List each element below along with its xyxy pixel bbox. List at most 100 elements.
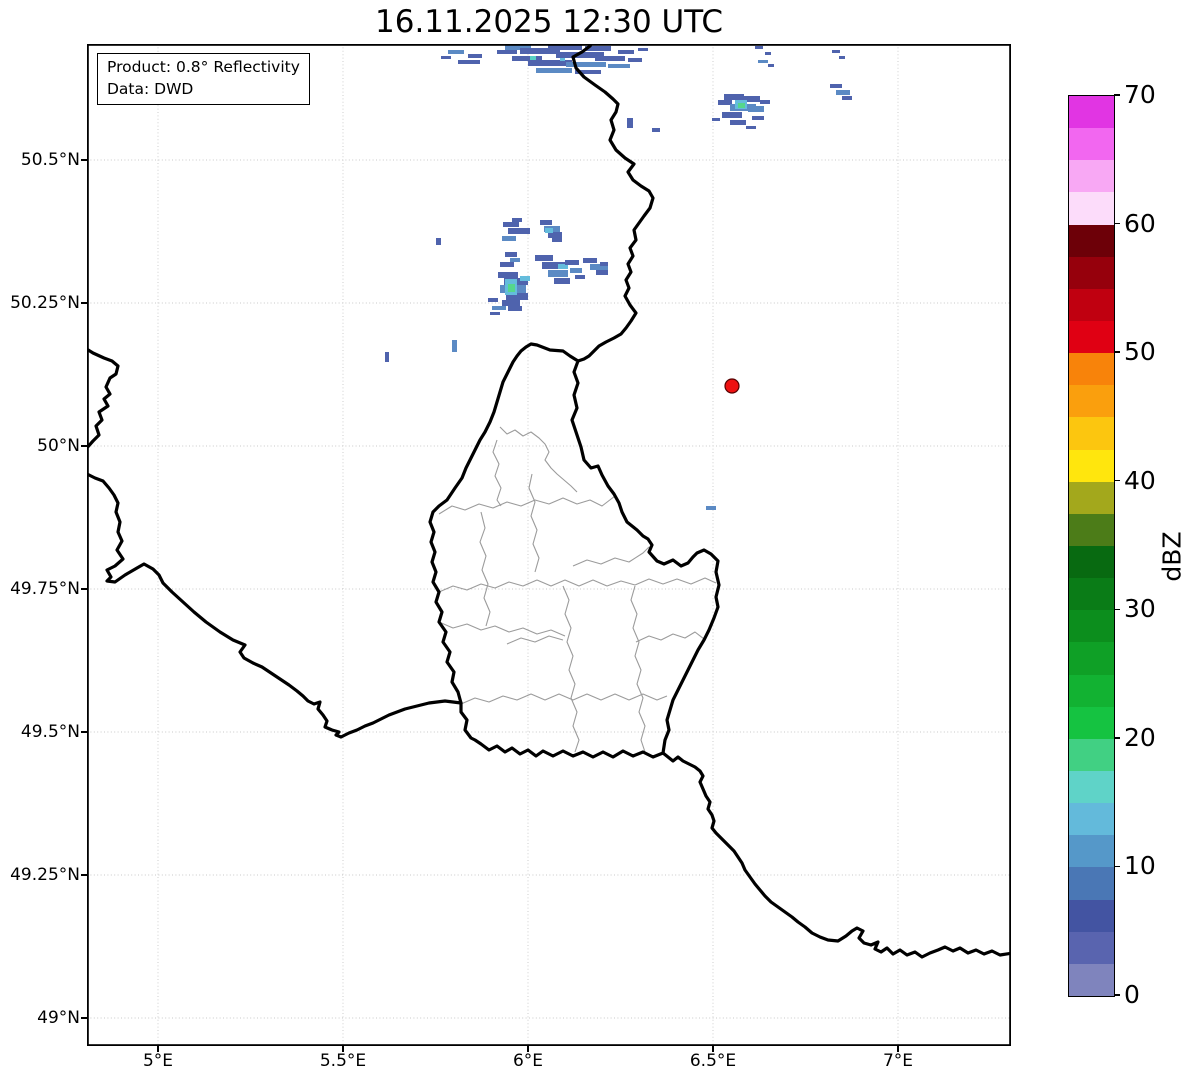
radar-echo bbox=[545, 228, 553, 233]
radar-echo bbox=[536, 68, 572, 73]
y-axis-tick-label: 49°N bbox=[37, 1008, 80, 1028]
radar-echo bbox=[505, 252, 517, 257]
canton-border bbox=[438, 495, 616, 515]
radar-echo bbox=[627, 118, 633, 128]
colorbar-segment bbox=[1069, 417, 1114, 450]
radar-echo bbox=[492, 306, 506, 310]
colorbar-tick bbox=[1114, 865, 1120, 868]
radar-echo-layer bbox=[385, 44, 852, 510]
colorbar-segment bbox=[1069, 803, 1114, 836]
colorbar-segment bbox=[1069, 706, 1114, 739]
radar-echo bbox=[618, 50, 634, 54]
y-axis-tick-label: 49.75°N bbox=[10, 579, 80, 599]
y-axis-tick bbox=[81, 302, 87, 304]
map-canvas bbox=[87, 44, 1011, 1046]
radar-echo bbox=[530, 56, 536, 60]
radar-echo bbox=[468, 54, 482, 58]
x-axis-tick-label: 5°E bbox=[142, 1051, 174, 1071]
radar-echo bbox=[528, 60, 572, 66]
colorbar-segment bbox=[1069, 160, 1114, 193]
radar-echo bbox=[566, 62, 606, 67]
radar-echo bbox=[570, 268, 582, 273]
radar-echo bbox=[758, 60, 768, 63]
luxembourg-outline bbox=[428, 342, 721, 759]
colorbar-segment bbox=[1069, 545, 1114, 579]
colorbar-segment bbox=[1069, 674, 1114, 707]
radar-echo bbox=[503, 222, 519, 227]
marker-layer bbox=[724, 378, 740, 394]
radar-echo bbox=[724, 94, 744, 100]
radar-echo bbox=[722, 112, 742, 118]
radar-echo bbox=[596, 270, 608, 275]
radar-echo bbox=[575, 275, 585, 279]
radar-echo bbox=[510, 258, 520, 262]
colorbar-segment bbox=[1069, 578, 1114, 611]
colorbar-unit-label: dBZ bbox=[1157, 531, 1187, 582]
radar-echo bbox=[565, 260, 579, 265]
colorbar-tick-label: 10 bbox=[1124, 851, 1156, 881]
colorbar-tick-label: 50 bbox=[1124, 337, 1156, 367]
canton-border bbox=[438, 577, 717, 593]
radar-echo bbox=[706, 506, 716, 510]
colorbar-segment bbox=[1069, 738, 1114, 771]
radar-echo bbox=[628, 58, 642, 62]
y-axis-tick bbox=[81, 731, 87, 733]
canton-border bbox=[499, 426, 578, 493]
canton-border bbox=[630, 585, 646, 753]
colorbar-segment bbox=[1069, 513, 1114, 546]
colorbar-tick bbox=[1114, 351, 1120, 353]
radar-echo bbox=[540, 220, 552, 225]
radar-echo bbox=[500, 262, 514, 267]
colorbar-tick bbox=[1114, 994, 1120, 996]
radar-echo bbox=[595, 56, 625, 61]
radar-echo bbox=[830, 84, 842, 88]
radar-echo bbox=[448, 50, 464, 54]
radar-echo bbox=[502, 236, 516, 241]
canton-border bbox=[528, 473, 540, 573]
colorbar-tick-label: 70 bbox=[1124, 80, 1156, 109]
radar-echo bbox=[600, 262, 608, 266]
y-axis-tick-label: 50°N bbox=[37, 436, 80, 456]
canton-border bbox=[460, 693, 668, 705]
radar-echo bbox=[752, 116, 764, 120]
canton-border bbox=[492, 439, 502, 507]
canton-border bbox=[479, 511, 491, 627]
belgium-france-border-north bbox=[87, 347, 120, 451]
colorbar-tick bbox=[1114, 94, 1120, 96]
colorbar-segment bbox=[1069, 963, 1114, 996]
figure-title: 16.11.2025 12:30 UTC bbox=[375, 4, 723, 40]
colorbar-tick bbox=[1114, 222, 1120, 225]
data-source-line: Data: DWD bbox=[107, 79, 194, 98]
colorbar-segment bbox=[1069, 224, 1114, 257]
colorbar-tick bbox=[1114, 737, 1120, 739]
radar-echo bbox=[746, 126, 756, 129]
colorbar-segment bbox=[1069, 642, 1114, 675]
map-plot-area bbox=[87, 44, 1011, 1046]
radar-echo bbox=[608, 64, 630, 68]
radar-echo bbox=[498, 272, 518, 278]
radar-echo bbox=[760, 100, 770, 104]
y-axis-tick bbox=[81, 588, 87, 590]
colorbar-segment bbox=[1069, 256, 1114, 289]
radar-echo bbox=[755, 46, 763, 49]
radar-echo bbox=[508, 306, 522, 311]
radar-echo bbox=[552, 238, 562, 242]
colorbar-segment bbox=[1069, 835, 1114, 868]
radar-echo bbox=[638, 48, 648, 51]
canton-border bbox=[635, 631, 705, 643]
canton-border bbox=[572, 546, 650, 567]
colorbar-segment bbox=[1069, 96, 1114, 129]
colorbar-segment bbox=[1069, 288, 1114, 321]
radar-echo bbox=[490, 312, 500, 315]
y-axis-tick-label: 49.5°N bbox=[20, 722, 80, 742]
radar-echo bbox=[738, 103, 745, 108]
france-germany-border bbox=[661, 751, 1011, 959]
radar-echo bbox=[488, 298, 498, 302]
radar-echo bbox=[554, 278, 570, 284]
radar-echo bbox=[385, 352, 389, 362]
y-axis-tick-label: 49.25°N bbox=[10, 865, 80, 885]
radar-echo bbox=[718, 100, 732, 105]
radar-echo bbox=[535, 255, 553, 261]
colorbar-segment bbox=[1069, 481, 1114, 514]
radar-echo bbox=[497, 50, 517, 54]
